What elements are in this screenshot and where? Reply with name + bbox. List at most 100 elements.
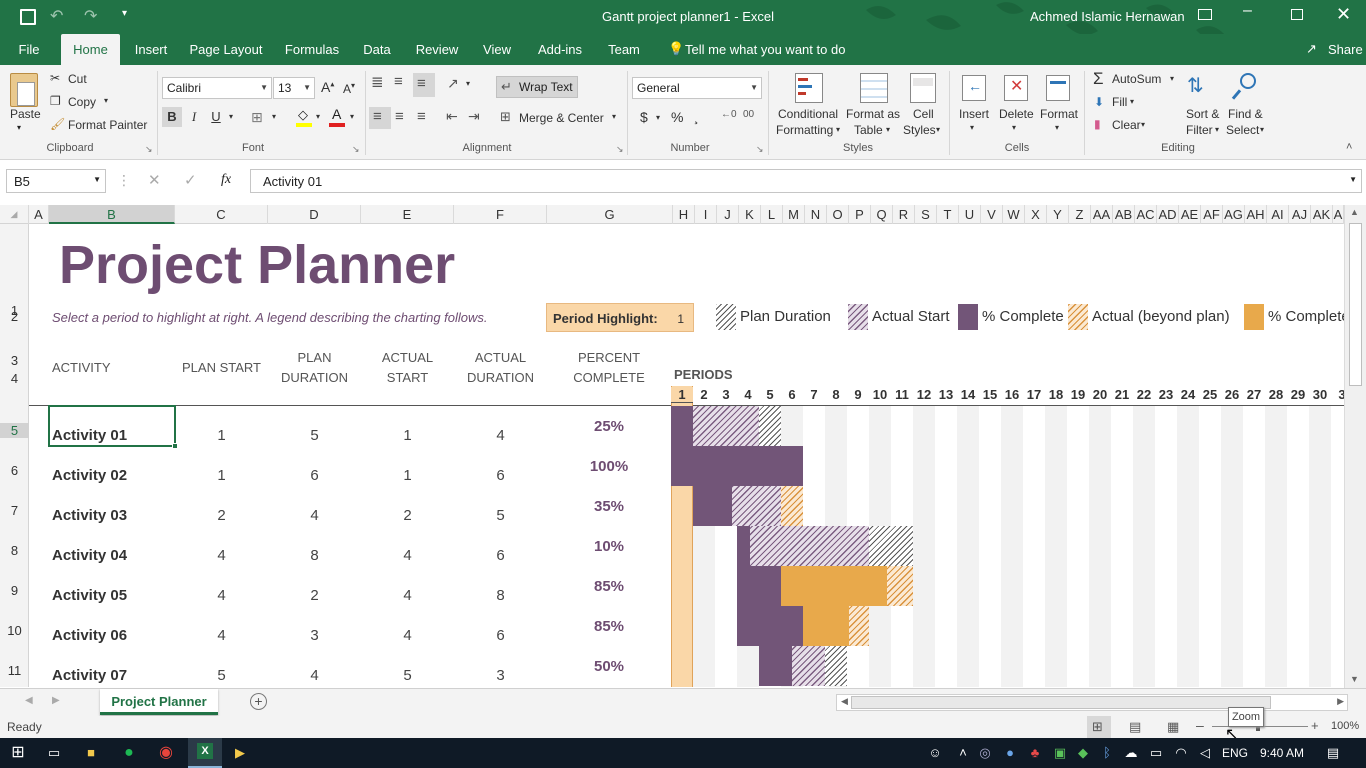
percent-complete-cell[interactable]: 85% — [546, 618, 672, 635]
conditional-formatting-button-line2[interactable]: Formatting — [776, 123, 833, 137]
clock[interactable]: 9:40 AM — [1260, 746, 1304, 760]
plan-start-cell[interactable]: 4 — [175, 627, 268, 644]
confirm-entry-icon[interactable]: ✓ — [184, 171, 197, 189]
delete-button[interactable]: Delete — [999, 107, 1034, 121]
column-header[interactable]: AH — [1245, 205, 1267, 224]
tab-file[interactable]: File — [8, 34, 50, 65]
merge-dropdown-icon[interactable]: ▾ — [612, 112, 616, 121]
activity-name[interactable]: Activity 03 — [52, 507, 127, 524]
people-icon[interactable]: ☺ — [925, 743, 945, 763]
action-center-icon[interactable]: ▤ — [1323, 743, 1343, 763]
column-header[interactable]: C — [175, 205, 268, 224]
percent-complete-cell[interactable]: 50% — [546, 658, 672, 675]
name-box[interactable]: B5 ▼ — [6, 169, 106, 193]
tab-add-ins[interactable]: Add-ins — [534, 34, 586, 65]
vertical-scrollbar[interactable]: ▲ ▼ — [1344, 205, 1366, 688]
column-header[interactable]: J — [717, 205, 739, 224]
wifi-icon[interactable]: ◠ — [1171, 743, 1191, 763]
plan-start-cell[interactable]: 4 — [175, 547, 268, 564]
percent-button[interactable]: % — [671, 109, 683, 125]
tab-page-layout[interactable]: Page Layout — [186, 34, 266, 65]
column-header[interactable]: K — [739, 205, 761, 224]
column-header[interactable]: I — [695, 205, 717, 224]
fill-color-dropdown-icon[interactable]: ▾ — [316, 112, 320, 121]
format-as-table-icon[interactable] — [860, 73, 888, 103]
plan-duration-cell[interactable]: 6 — [268, 467, 361, 484]
tell-me-box[interactable]: Tell me what you want to do — [685, 42, 845, 57]
actual-duration-cell[interactable]: 3 — [454, 667, 547, 684]
font-size-combo[interactable]: 13 ▼ — [273, 77, 315, 99]
prev-sheet-icon[interactable]: ◀ — [25, 695, 33, 706]
comma-button[interactable]: ¸ — [694, 108, 699, 124]
alignment-launcher-icon[interactable]: ↘ — [616, 144, 624, 155]
copy-dropdown-icon[interactable]: ▾ — [104, 96, 108, 105]
clear-dropdown-icon[interactable]: ▾ — [1141, 120, 1145, 129]
task-view-icon[interactable]: ▭ — [44, 743, 64, 763]
ribbon-display-options-icon[interactable] — [1198, 9, 1212, 20]
paste-icon[interactable] — [10, 73, 38, 107]
column-header[interactable]: Q — [871, 205, 893, 224]
cell-styles-button-line2[interactable]: Styles — [903, 123, 936, 137]
activity-name[interactable]: Activity 02 — [52, 467, 127, 484]
format-cells-icon[interactable] — [1046, 75, 1070, 101]
row-header[interactable]: 11 — [0, 663, 29, 678]
format-as-table-button[interactable]: Format as — [846, 107, 900, 121]
column-header[interactable]: AG — [1223, 205, 1245, 224]
tab-team[interactable]: Team — [605, 34, 643, 65]
plan-duration-cell[interactable]: 2 — [268, 587, 361, 604]
column-header[interactable]: L — [761, 205, 783, 224]
redo-icon[interactable]: ↷ — [84, 6, 97, 26]
percent-complete-cell[interactable]: 25% — [546, 418, 672, 435]
decrease-indent-icon[interactable]: ⇤ — [446, 108, 458, 125]
column-header[interactable]: N — [805, 205, 827, 224]
column-header[interactable]: P — [849, 205, 871, 224]
clipboard-launcher-icon[interactable]: ↘ — [145, 144, 153, 155]
underline-dropdown-icon[interactable]: ▾ — [229, 112, 233, 121]
font-launcher-icon[interactable]: ↘ — [352, 144, 360, 155]
scroll-down-icon[interactable]: ▼ — [1350, 674, 1359, 684]
activity-name[interactable]: Activity 04 — [52, 547, 127, 564]
find-select-icon[interactable] — [1231, 73, 1258, 101]
activity-name[interactable]: Activity 05 — [52, 587, 127, 604]
currency-button[interactable]: $ — [640, 109, 648, 125]
planner-subtitle[interactable]: Select a period to highlight at right. A… — [52, 310, 488, 325]
actual-start-cell[interactable]: 5 — [361, 667, 454, 684]
column-header[interactable]: F — [454, 205, 547, 224]
actual-duration-cell[interactable]: 6 — [454, 467, 547, 484]
column-header[interactable]: O — [827, 205, 849, 224]
collapse-ribbon-icon[interactable]: ˄ — [1346, 141, 1352, 153]
delete-dropdown-icon[interactable]: ▾ — [1012, 123, 1016, 132]
tab-formulas[interactable]: Formulas — [282, 34, 342, 65]
plan-duration-cell[interactable]: 4 — [268, 507, 361, 524]
insert-function-icon[interactable]: fx — [221, 172, 231, 188]
actual-duration-cell[interactable]: 8 — [454, 587, 547, 604]
column-header[interactable]: AA — [1091, 205, 1113, 224]
plan-start-cell[interactable]: 2 — [175, 507, 268, 524]
zoom-level[interactable]: 100% — [1331, 720, 1359, 732]
activity-name[interactable]: Activity 06 — [52, 627, 127, 644]
actual-start-cell[interactable]: 4 — [361, 547, 454, 564]
actual-start-cell[interactable]: 1 — [361, 427, 454, 444]
row-header[interactable]: 7 — [0, 503, 29, 518]
column-header[interactable]: M — [783, 205, 805, 224]
select-all-corner[interactable]: ◢ — [0, 205, 29, 224]
column-header[interactable]: A — [1333, 205, 1344, 224]
align-right-icon[interactable]: ≡ — [417, 108, 426, 125]
scroll-left-icon[interactable]: ◀ — [841, 696, 848, 707]
fill-button[interactable]: Fill — [1112, 95, 1127, 109]
copy-button[interactable]: Copy — [68, 95, 96, 109]
middle-align-icon[interactable]: ≡ — [394, 73, 403, 90]
row-header[interactable]: 9 — [0, 583, 29, 598]
column-header[interactable]: AK — [1311, 205, 1333, 224]
plan-start-cell[interactable]: 4 — [175, 587, 268, 604]
add-sheet-icon[interactable]: + — [250, 693, 267, 710]
borders-icon[interactable]: ⊞ — [251, 109, 263, 126]
sort-filter-icon[interactable]: ⇅ — [1187, 73, 1204, 98]
format-as-table-button-line2[interactable]: Table — [854, 123, 883, 137]
actual-duration-cell[interactable]: 6 — [454, 627, 547, 644]
plan-duration-cell[interactable]: 4 — [268, 667, 361, 684]
conditional-dropdown-icon[interactable]: ▾ — [836, 125, 840, 134]
page-break-view-icon[interactable]: ▦ — [1167, 719, 1179, 735]
autosum-button[interactable]: AutoSum — [1112, 72, 1161, 86]
scroll-right-icon[interactable]: ▶ — [1337, 696, 1344, 707]
